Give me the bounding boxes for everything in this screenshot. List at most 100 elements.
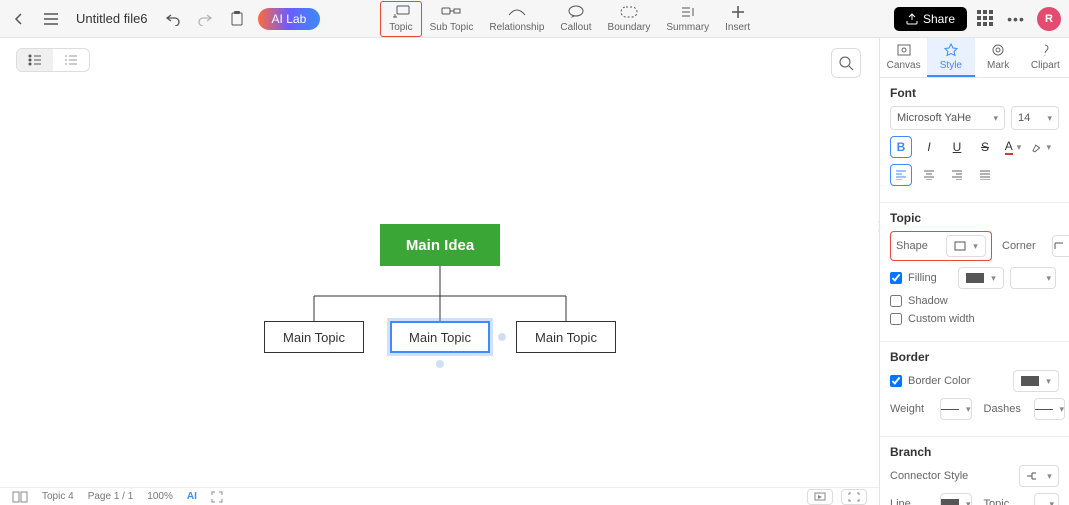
- corner-select[interactable]: ▾: [1052, 235, 1069, 257]
- summary-icon: [680, 5, 696, 21]
- toolbar-left: Untitled file6 AI Lab: [8, 8, 320, 30]
- dashes-label: Dashes: [984, 403, 1028, 415]
- avatar[interactable]: R: [1037, 7, 1061, 31]
- summary-tool[interactable]: Summary: [658, 1, 717, 37]
- connector-select[interactable]: ▾: [1019, 465, 1059, 487]
- border-heading: Border: [890, 350, 1059, 364]
- shape-label: Shape: [896, 240, 940, 252]
- main-idea-node[interactable]: Main Idea: [380, 224, 500, 266]
- topic-tool[interactable]: Topic: [380, 1, 421, 37]
- fullscreen-button[interactable]: [211, 491, 223, 503]
- font-size-select[interactable]: 14▾: [1011, 106, 1059, 130]
- status-pages-icon[interactable]: [12, 491, 28, 503]
- customwidth-checkbox[interactable]: [890, 313, 902, 325]
- present-button[interactable]: [807, 489, 833, 505]
- shadow-label: Shadow: [908, 295, 952, 307]
- clipboard-icon[interactable]: [226, 8, 248, 30]
- shape-select[interactable]: ▾: [946, 235, 986, 257]
- chevron-down-icon: ▾: [1047, 113, 1052, 124]
- align-justify-button[interactable]: [974, 164, 996, 186]
- node-handle-bottom[interactable]: [436, 360, 444, 368]
- italic-button[interactable]: I: [918, 136, 940, 158]
- connector-label: Connector Style: [890, 470, 1013, 482]
- panel-tabs: Canvas Style Mark Clipart: [880, 38, 1069, 78]
- boundary-tool[interactable]: Boundary: [600, 1, 659, 37]
- shape-control-highlighted: Shape ▾: [890, 231, 992, 261]
- toolbar-right: Share ••• R: [894, 7, 1061, 31]
- topic-node-3[interactable]: Main Topic: [516, 321, 616, 353]
- subtopic-icon: [441, 5, 461, 21]
- boundary-icon: [619, 5, 639, 21]
- chevron-down-icon: ▾: [993, 113, 998, 124]
- tab-canvas[interactable]: Canvas: [880, 38, 927, 77]
- callout-tool[interactable]: Callout: [552, 1, 599, 37]
- mindmap-canvas[interactable]: Main Idea Main Topic Main Topic Main Top…: [0, 38, 879, 505]
- line-color-select[interactable]: ▾: [940, 493, 972, 505]
- node-handle-right[interactable]: [498, 333, 506, 341]
- align-left-button[interactable]: [890, 164, 912, 186]
- bordercolor-checkbox[interactable]: [890, 375, 902, 387]
- topic-icon: [391, 5, 411, 21]
- branch-topic-select[interactable]: ▾: [1034, 493, 1059, 505]
- status-bar: Topic 4 Page 1 / 1 100% AI: [0, 487, 879, 505]
- font-heading: Font: [890, 86, 1059, 100]
- canvas-icon: [896, 43, 912, 59]
- filling-color-select[interactable]: ▾: [958, 267, 1004, 289]
- filling-checkbox[interactable]: [890, 272, 902, 284]
- weight-label: Weight: [890, 403, 934, 415]
- topic-node-1[interactable]: Main Topic: [264, 321, 364, 353]
- underline-button[interactable]: U: [946, 136, 968, 158]
- share-button[interactable]: Share: [894, 7, 967, 31]
- redo-button[interactable]: [194, 8, 216, 30]
- status-ai[interactable]: AI: [187, 491, 197, 502]
- dashes-select[interactable]: ▾: [1034, 398, 1066, 420]
- bordercolor-select[interactable]: ▾: [1013, 370, 1059, 392]
- filling-secondary-select[interactable]: ▾: [1010, 267, 1056, 289]
- relationship-tool[interactable]: Relationship: [481, 1, 552, 37]
- share-icon: [906, 13, 918, 25]
- connector-lines: [0, 38, 879, 505]
- file-name[interactable]: Untitled file6: [76, 11, 148, 26]
- style-icon: [944, 43, 958, 59]
- bold-button[interactable]: B: [890, 136, 912, 158]
- tab-style[interactable]: Style: [927, 38, 974, 77]
- text-color-button[interactable]: A▾: [1002, 136, 1024, 158]
- menu-button[interactable]: [40, 8, 62, 30]
- callout-icon: [567, 5, 585, 21]
- font-family-select[interactable]: Microsoft YaHe▾: [890, 106, 1005, 130]
- more-button[interactable]: •••: [1005, 8, 1027, 30]
- undo-button[interactable]: [162, 8, 184, 30]
- status-zoom[interactable]: 100%: [147, 491, 173, 502]
- align-center-button[interactable]: [918, 164, 940, 186]
- corner-label: Corner: [1002, 240, 1046, 252]
- bordercolor-label: Border Color: [908, 375, 970, 387]
- branch-heading: Branch: [890, 445, 1059, 459]
- weight-select[interactable]: ▾: [940, 398, 972, 420]
- font-section: Font Microsoft YaHe▾ 14▾ B I U S A▾ ▾: [880, 78, 1069, 203]
- border-section: Border Border Color ▾ Weight ▾ Dashes ▾: [880, 342, 1069, 437]
- back-button[interactable]: [8, 8, 30, 30]
- status-page: Page 1 / 1: [88, 491, 134, 502]
- relationship-icon: [507, 5, 527, 21]
- subtopic-tool[interactable]: Sub Topic: [422, 1, 482, 37]
- highlight-button[interactable]: ▾: [1030, 136, 1052, 158]
- topic-section: Topic Shape ▾ Corner ▾ Filling ▾ ▾ Shado…: [880, 203, 1069, 342]
- properties-panel: Canvas Style Mark Clipart Font Microsoft…: [879, 38, 1069, 505]
- topic-node-2-selected[interactable]: Main Topic: [390, 321, 490, 353]
- strike-button[interactable]: S: [974, 136, 996, 158]
- shadow-checkbox[interactable]: [890, 295, 902, 307]
- branch-section: Branch Connector Style ▾ Line ▾ Topic ▾: [880, 437, 1069, 505]
- insert-tool[interactable]: Insert: [717, 1, 758, 37]
- topic-heading: Topic: [890, 211, 1059, 225]
- apps-icon[interactable]: [977, 10, 995, 28]
- mark-icon: [991, 43, 1005, 59]
- ai-lab-button[interactable]: AI Lab: [258, 8, 321, 30]
- customwidth-label: Custom width: [908, 313, 975, 325]
- status-topic: Topic 4: [42, 491, 74, 502]
- fit-button[interactable]: [841, 489, 867, 505]
- align-right-button[interactable]: [946, 164, 968, 186]
- top-toolbar: Untitled file6 AI Lab Topic Sub Topic Re…: [0, 0, 1069, 38]
- tab-clipart[interactable]: Clipart: [1022, 38, 1069, 77]
- tab-mark[interactable]: Mark: [975, 38, 1022, 77]
- line-label: Line: [890, 498, 934, 505]
